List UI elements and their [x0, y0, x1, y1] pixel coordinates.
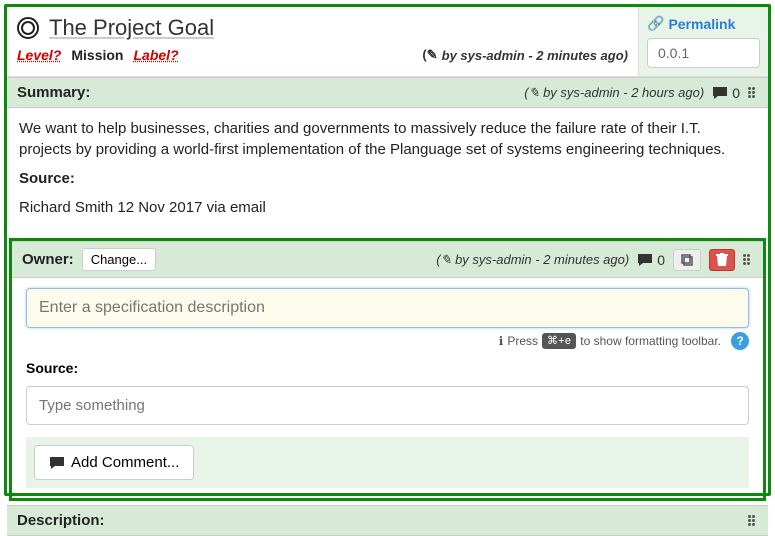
- keyboard-shortcut: ⌘+e: [542, 333, 576, 349]
- specification-input[interactable]: [26, 288, 749, 328]
- summary-source-label: Source:: [19, 168, 756, 189]
- summary-comments[interactable]: 0: [712, 85, 740, 101]
- summary-byline: (✎ by sys-admin - 2 hours ago): [524, 85, 704, 101]
- description-title: Description:: [17, 512, 105, 529]
- owner-header: Owner: Change... (✎ by sys-admin - 2 min…: [12, 241, 763, 278]
- owner-source-label: Source:: [26, 360, 749, 376]
- copy-button[interactable]: [673, 249, 701, 271]
- drag-handle-icon[interactable]: [748, 87, 758, 98]
- formatting-hint: ℹ Press ⌘+e to show formatting toolbar. …: [26, 332, 749, 350]
- delete-button[interactable]: [709, 249, 735, 271]
- summary-title: Summary:: [17, 84, 90, 101]
- page-title: The Project Goal: [49, 15, 214, 41]
- summary-source-text: Richard Smith 12 Nov 2017 via email: [19, 197, 756, 218]
- help-icon[interactable]: ?: [731, 332, 749, 350]
- trash-icon: [716, 253, 728, 267]
- comment-icon: [712, 86, 728, 100]
- pencil-icon: (✎: [422, 47, 437, 63]
- change-button[interactable]: Change...: [82, 248, 156, 271]
- comment-icon: [637, 253, 653, 267]
- permalink-link[interactable]: 🔗 Permalink: [647, 15, 760, 32]
- description-header: Description:: [7, 505, 768, 536]
- copy-icon: [680, 253, 694, 267]
- source-input[interactable]: [26, 386, 749, 425]
- owner-title: Owner:: [22, 251, 74, 268]
- owner-comments[interactable]: 0: [637, 252, 665, 268]
- info-icon: ℹ: [499, 334, 504, 348]
- summary-text: We want to help businesses, charities an…: [19, 118, 756, 160]
- label-link[interactable]: Label?: [133, 47, 178, 63]
- summary-body: We want to help businesses, charities an…: [7, 108, 768, 236]
- owner-byline: (✎ by sys-admin - 2 minutes ago): [436, 252, 629, 268]
- link-icon: 🔗: [647, 15, 664, 32]
- add-comment-button[interactable]: Add Comment...: [34, 445, 194, 480]
- drag-handle-icon[interactable]: [743, 254, 753, 265]
- mission-link[interactable]: Mission: [71, 47, 123, 63]
- version-field[interactable]: 0.0.1: [647, 38, 760, 68]
- header-byline: (✎ by sys-admin - 2 minutes ago): [422, 47, 628, 63]
- summary-header: Summary: (✎ by sys-admin - 2 hours ago) …: [7, 77, 768, 108]
- drag-handle-icon[interactable]: [748, 515, 758, 526]
- comment-icon: [49, 456, 65, 470]
- target-icon: [17, 17, 39, 39]
- level-link[interactable]: Level?: [17, 47, 61, 63]
